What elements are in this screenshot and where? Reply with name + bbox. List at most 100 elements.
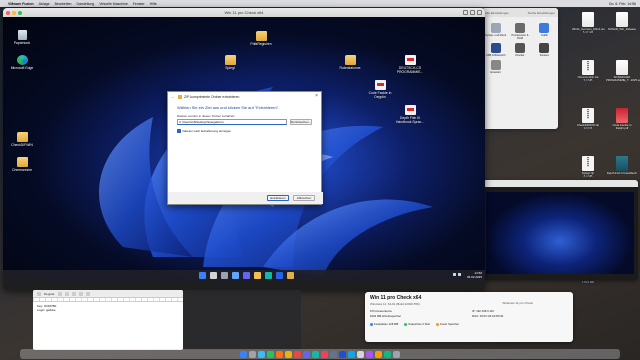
desktop-icon-cheemzeshe[interactable]: Cheemzeshe (5, 157, 39, 172)
app-store-icon[interactable] (348, 350, 355, 358)
launchpad-icon[interactable] (249, 350, 256, 358)
pref-item-erweitert[interactable]: Erweitert (485, 60, 506, 74)
vm-settings-search[interactable]: Suche Einstellungen (528, 11, 555, 15)
file-sonar-pdf[interactable]: SONAR-DEX PROGRAMMIE_T...2025.pdf (606, 60, 640, 83)
cancel-button[interactable]: Abbrechen (293, 195, 315, 201)
settings-icon[interactable] (470, 10, 475, 15)
file-checkdifwin-zip[interactable]: CheckDIFWIN.zip 9,8 KB (572, 108, 604, 131)
safari-icon[interactable] (258, 350, 265, 358)
file-spiegl-zip[interactable]: Spiegl.zip 8,4 MB (572, 156, 604, 179)
desktop-icon-rubrokalonne[interactable]: Rubrokalonne (333, 55, 367, 70)
file-chemcombin-zip[interactable]: Chemcombin.zip 5,3 MB (572, 60, 604, 83)
edge-taskbar-icon[interactable] (265, 272, 272, 279)
italic-icon[interactable] (64, 291, 69, 296)
desktop-icon-pdfaregisiren[interactable]: PdfaRegisiren (244, 31, 278, 46)
file-size: 8,4 MB (583, 174, 593, 179)
desktop-icon-papierkorb[interactable]: Papierkorb (5, 30, 39, 45)
font-style-select[interactable]: Regular (44, 292, 55, 296)
pref-item-cpu-ram[interactable]: Prozessoren & RAM (509, 23, 530, 40)
file-size: 5,47 GB (582, 30, 594, 35)
paragraph-style-icon[interactable] (37, 291, 41, 296)
zip-dialog-header: ← ZIP-komprimierte Ordner extrahieren (168, 92, 321, 101)
menu-item-hilfe[interactable]: Hilfe (150, 2, 157, 6)
file-sonar[interactable]: SONAR_Win_Release (606, 12, 638, 31)
messages-icon[interactable] (267, 350, 274, 358)
finder-icon[interactable] (240, 350, 247, 358)
status-label: Freier Speicher (440, 322, 460, 326)
mail-icon[interactable] (276, 350, 283, 358)
folder-icon (16, 132, 28, 142)
task-view-icon[interactable] (221, 272, 228, 279)
podcasts-icon[interactable] (366, 350, 373, 358)
trash-icon[interactable] (393, 350, 400, 358)
menu-item-virtuelle-maschine[interactable]: Virtuelle Maschine (99, 2, 128, 6)
zip-target-path-input[interactable]: C:\Users\Gl\Desktop\Spiegelkorrs (177, 119, 287, 125)
taskbar-clock[interactable]: 14:56 06.02.2025 (467, 271, 482, 279)
pref-label: Kamera (539, 54, 549, 57)
fullscreen-icon[interactable] (477, 10, 482, 15)
menu-item-darstellung[interactable]: Darstellung (77, 2, 95, 6)
file-code-fackte-pdf[interactable]: Code Fackte in Delphi.pdf (606, 108, 638, 131)
desktop-icon-depth-fish[interactable]: Depth Fish III Handbook Sprac... (393, 105, 427, 124)
vm-info-os: Windows 11, 64-bit (Build 22000.556) (370, 302, 420, 306)
pref-item-usb[interactable]: USB & Bluetooth (485, 43, 506, 57)
gear-icon (490, 60, 501, 70)
browse-button[interactable]: Durchsuchen... (290, 119, 312, 125)
back-arrow-icon[interactable]: ← (171, 94, 175, 99)
file-name: Code Fackte in Delphi.pdf (612, 123, 632, 131)
underline-icon[interactable] (71, 291, 76, 296)
desktop-icon-checkdifwin[interactable]: CheckDIFWIN (5, 132, 39, 147)
desktop-icon-code-fackte[interactable]: Code Fackte in Depplin (363, 80, 397, 99)
maps-icon[interactable] (312, 350, 319, 358)
file-depth-fish[interactable]: Depth Fish III Handbuch (606, 156, 638, 175)
desktop-icon-spiegl[interactable]: Spiegl (213, 55, 247, 70)
system-settings-icon[interactable] (330, 350, 337, 358)
network-icon[interactable] (453, 273, 456, 276)
music-icon[interactable] (303, 350, 310, 358)
align-left-icon[interactable] (78, 291, 83, 296)
vm-titlebar[interactable]: Win 11 pro Check x64 (3, 8, 485, 17)
menu-item-fenster[interactable]: Fenster (133, 2, 145, 6)
pref-item-grafik[interactable]: Grafik (534, 23, 555, 40)
show-files-checkbox-row[interactable]: Dateien nach Extrahierung anzeigen (168, 125, 321, 133)
align-center-icon[interactable] (85, 291, 90, 296)
textedit-icon[interactable] (357, 350, 364, 358)
widgets-icon[interactable] (232, 272, 239, 279)
vm-secondary-titlebar[interactable] (483, 180, 638, 187)
menu-app-name[interactable]: VMware Fusion (8, 2, 34, 6)
vmware-fusion-icon[interactable] (339, 350, 346, 358)
notes-icon[interactable] (285, 350, 292, 358)
vm-settings-all-label[interactable]: Alle Einstellungen (485, 11, 509, 15)
pref-item-drucker[interactable]: Drucker (509, 43, 530, 57)
file-explorer-icon[interactable] (254, 272, 261, 279)
mac-menubar: VMware Fusion Ablage Bearbeiten Darstell… (0, 0, 640, 7)
snapshot-icon[interactable] (463, 10, 468, 15)
extract-button[interactable]: Extrahieren (267, 195, 289, 201)
close-icon[interactable]: × (315, 93, 318, 99)
bold-icon[interactable] (57, 291, 62, 296)
desktop-icon-edge[interactable]: Microsoft Edge (5, 55, 39, 70)
zip-folder-taskbar-icon[interactable] (287, 272, 294, 279)
desktop-icon-deutsch-pdf[interactable]: DEUTSCH-CS PROGRAMMIE... (393, 55, 427, 74)
pages-icon[interactable] (375, 350, 382, 358)
store-icon[interactable] (276, 272, 283, 279)
pref-item-syntax[interactable]: Syntax- und Menü (485, 23, 506, 40)
zip-icon (582, 108, 594, 123)
menu-item-ablage[interactable]: Ablage (39, 2, 50, 6)
numbers-icon[interactable] (384, 350, 391, 358)
checkbox-checked[interactable] (177, 129, 181, 133)
volume-icon[interactable] (458, 273, 461, 276)
calendar-icon[interactable] (294, 350, 301, 358)
photos-icon[interactable] (321, 350, 328, 358)
file-name: SONAR_Win_Release (607, 27, 637, 31)
menu-item-bearbeiten[interactable]: Bearbeiten (55, 2, 72, 6)
vm-secondary-window[interactable] (483, 180, 638, 280)
menubar-clock[interactable]: Do. 6. Feb. 14:56 (609, 2, 636, 6)
file-win11-iso[interactable]: Win11_German_x64v1.iso 5,47 GB (572, 12, 605, 35)
search-icon[interactable] (210, 272, 217, 279)
editor-body[interactable]: Key: OOM7BF Login: gelluke (33, 302, 183, 314)
start-icon[interactable] (199, 272, 206, 279)
chat-icon[interactable] (243, 272, 250, 279)
pref-item-kamera[interactable]: Kamera (534, 43, 555, 57)
zip-target-row: C:\Users\Gl\Desktop\Spiegelkorrs Durchsu… (168, 118, 321, 125)
